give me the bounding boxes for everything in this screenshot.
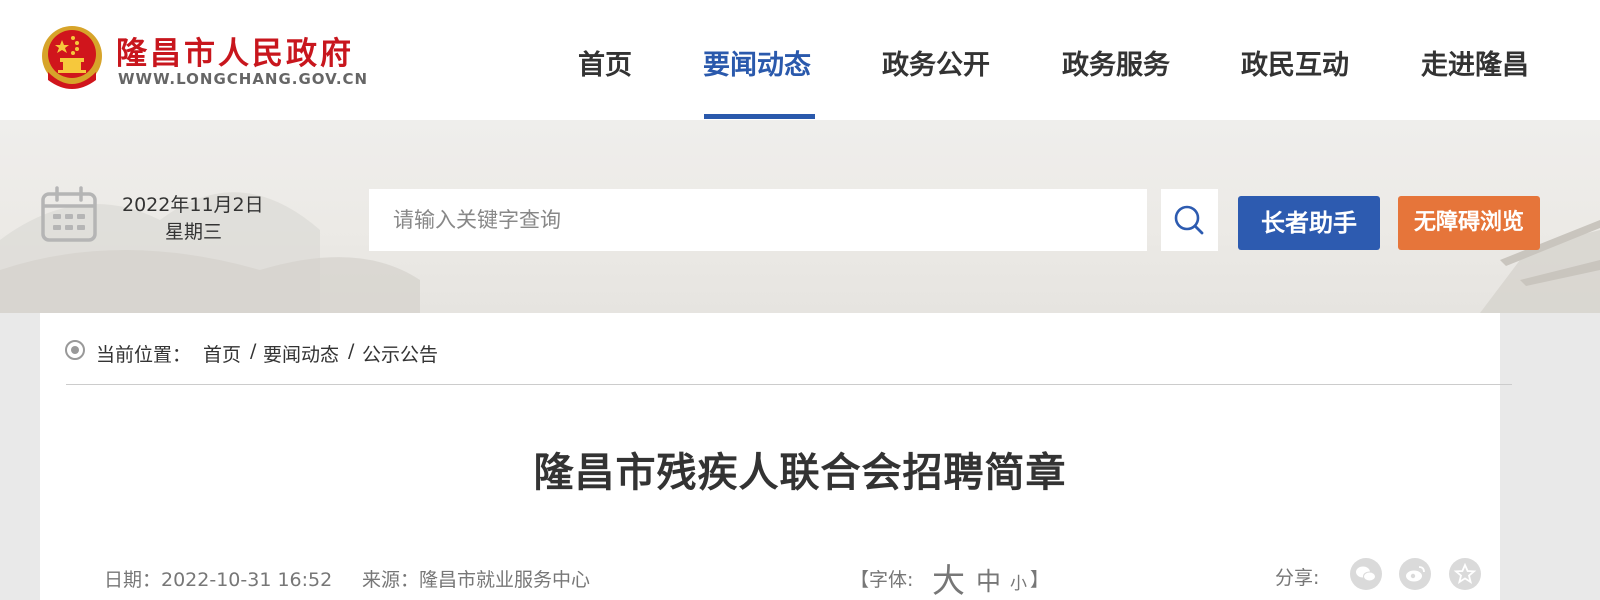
nav-item-gov-affairs[interactable]: 政务公开 bbox=[882, 43, 990, 82]
location-icon bbox=[65, 340, 85, 360]
breadcrumb-divider bbox=[66, 384, 1512, 385]
share-label: 分享: bbox=[1275, 567, 1320, 589]
nav-active-indicator bbox=[704, 114, 815, 119]
breadcrumb-news[interactable]: 要闻动态 bbox=[263, 340, 339, 367]
nav-item-news[interactable]: 要闻动态 bbox=[703, 43, 811, 82]
nav-item-about[interactable]: 走进隆昌 bbox=[1421, 43, 1529, 82]
site-header: 隆昌市人民政府 WWW.LONGCHANG.GOV.CN 首页 要闻动态 政务公… bbox=[0, 0, 1600, 120]
national-emblem-logo bbox=[42, 26, 102, 89]
weibo-icon bbox=[1406, 566, 1425, 582]
breadcrumb-separator: / bbox=[348, 340, 355, 362]
current-date: 2022年11月2日 bbox=[122, 194, 264, 216]
article-date: 日期：2022-10-31 16:52 bbox=[104, 569, 333, 591]
wechat-icon bbox=[1356, 566, 1376, 582]
font-size-small[interactable]: 小 bbox=[1010, 569, 1027, 594]
font-size-label-open: 【字体: bbox=[850, 569, 914, 591]
nav-item-gov-services[interactable]: 政务服务 bbox=[1062, 43, 1170, 82]
star-icon bbox=[1453, 562, 1477, 584]
site-name: 隆昌市人民政府 bbox=[116, 36, 354, 72]
search-input[interactable] bbox=[369, 189, 1147, 251]
current-weekday: 星期三 bbox=[165, 221, 223, 243]
font-size-label-close: 】 bbox=[1030, 569, 1050, 591]
calendar-icon bbox=[41, 186, 97, 242]
accessibility-button[interactable]: 无障碍浏览 bbox=[1398, 196, 1540, 250]
nav-item-interaction[interactable]: 政民互动 bbox=[1241, 43, 1349, 82]
breadcrumb-separator: / bbox=[250, 340, 257, 362]
search-box bbox=[369, 189, 1147, 251]
share-favorite-button[interactable] bbox=[1449, 558, 1481, 590]
font-size-medium[interactable]: 中 bbox=[976, 562, 1001, 598]
breadcrumb-notices[interactable]: 公示公告 bbox=[362, 340, 438, 367]
site-url: WWW.LONGCHANG.GOV.CN bbox=[118, 70, 369, 88]
share-wechat-button[interactable] bbox=[1350, 558, 1382, 590]
breadcrumb-home[interactable]: 首页 bbox=[203, 340, 241, 367]
nav-item-home[interactable]: 首页 bbox=[578, 43, 632, 82]
search-button[interactable] bbox=[1161, 189, 1218, 251]
breadcrumb-label: 当前位置： bbox=[96, 344, 192, 366]
elder-mode-button[interactable]: 长者助手 bbox=[1238, 196, 1380, 250]
page: 隆昌市人民政府 WWW.LONGCHANG.GOV.CN 首页 要闻动态 政务公… bbox=[0, 0, 1600, 600]
search-icon bbox=[1174, 205, 1204, 235]
share-weibo-button[interactable] bbox=[1399, 558, 1431, 590]
article-source: 来源：隆昌市就业服务中心 bbox=[362, 569, 591, 591]
font-size-large[interactable]: 大 bbox=[932, 554, 965, 600]
article-title: 隆昌市残疾人联合会招聘简章 bbox=[533, 450, 1067, 496]
